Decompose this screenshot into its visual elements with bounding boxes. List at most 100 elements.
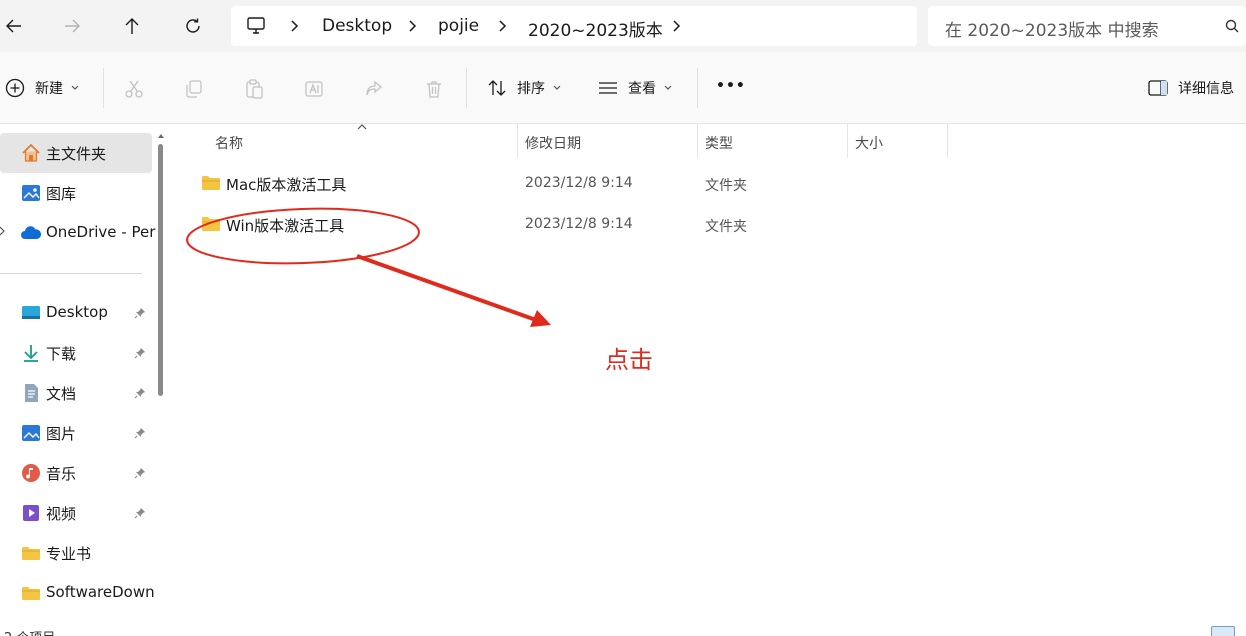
navigation-bar: Desktop pojie 2020~2023版本 在 2020~2023版本 … <box>0 0 1246 52</box>
sidebar-item-music[interactable]: 音乐 <box>0 453 158 493</box>
view-list-icon <box>599 82 617 94</box>
sidebar-item-folder-books[interactable]: 专业书 <box>0 533 158 573</box>
column-header-name[interactable]: 名称 <box>215 133 243 153</box>
folder-icon <box>202 217 220 231</box>
toolbar-divider <box>697 68 698 108</box>
cut-icon[interactable] <box>124 79 144 99</box>
rename-icon[interactable] <box>304 79 324 99</box>
chevron-down-icon <box>553 85 561 90</box>
view-button[interactable]: 查看 <box>598 78 672 98</box>
sort-label: 排序 <box>517 81 545 97</box>
file-list: 名称 修改日期 类型 大小 Mac版本激活工具 2023/12/8 9:14 文… <box>173 124 1246 624</box>
item-count: 2 个项目 <box>4 627 55 636</box>
sidebar-item-downloads[interactable]: 下载 <box>0 333 158 373</box>
sidebar-item-label: Desktop <box>46 303 108 321</box>
sidebar-item-videos[interactable]: 视频 <box>0 493 158 533</box>
pin-icon <box>134 468 145 479</box>
forward-button[interactable] <box>58 12 86 40</box>
details-pane-icon <box>1148 80 1168 96</box>
toolbar-divider <box>466 68 467 108</box>
chevron-down-icon <box>71 85 79 90</box>
sidebar-item-pictures[interactable]: 图片 <box>0 413 158 453</box>
folder-icon <box>22 587 40 600</box>
breadcrumb-pojie[interactable]: pojie <box>438 16 479 36</box>
sidebar-item-label: 主文件夹 <box>46 145 107 163</box>
sidebar-item-desktop[interactable]: Desktop <box>0 293 158 333</box>
column-divider[interactable] <box>517 124 518 158</box>
search-placeholder: 在 2020~2023版本 中搜索 <box>945 21 1159 41</box>
details-pane-button[interactable]: 详细信息 <box>1148 78 1234 98</box>
refresh-icon <box>186 18 200 33</box>
plus-circle-icon <box>5 78 25 98</box>
file-row[interactable]: Win版本激活工具 2023/12/8 9:14 文件夹 <box>173 205 973 245</box>
new-label: 新建 <box>35 81 63 97</box>
computer-icon <box>247 17 265 34</box>
folder-icon <box>202 176 220 190</box>
column-header-date[interactable]: 修改日期 <box>525 133 581 153</box>
sidebar-item-label: 专业书 <box>46 545 92 563</box>
file-date: 2023/12/8 9:14 <box>525 175 633 191</box>
pin-icon <box>134 508 145 519</box>
file-name: Mac版本激活工具 <box>226 176 347 194</box>
pictures-icon <box>22 425 40 441</box>
back-button[interactable] <box>0 12 28 40</box>
status-bar: 2 个项目 <box>0 624 1246 636</box>
column-header-size[interactable]: 大小 <box>855 133 883 153</box>
breadcrumb-desktop[interactable]: Desktop <box>322 16 392 36</box>
navigation-pane: 主文件夹 图库 OneDrive - Per Desktop 下载 文档 图片 … <box>0 124 172 636</box>
breadcrumb-current-folder[interactable]: 2020~2023版本 <box>528 16 663 41</box>
sidebar-item-gallery[interactable]: 图库 <box>0 173 158 213</box>
scroll-up-arrow-icon[interactable] <box>158 133 164 138</box>
paste-icon[interactable] <box>244 79 264 99</box>
arrow-right-icon <box>65 19 80 33</box>
sidebar-item-onedrive[interactable]: OneDrive - Per <box>0 213 158 253</box>
share-icon[interactable] <box>364 79 384 99</box>
sidebar-item-label: 下载 <box>46 345 77 363</box>
toolbar-divider <box>103 68 104 108</box>
details-view-toggle[interactable] <box>1211 626 1235 636</box>
sidebar-item-label: 文档 <box>46 385 77 403</box>
document-icon <box>25 384 38 402</box>
sidebar-item-label: 图库 <box>46 185 77 203</box>
pin-icon <box>134 388 145 399</box>
details-label: 详细信息 <box>1178 81 1234 97</box>
more-options-button[interactable]: ••• <box>716 78 746 94</box>
sidebar-item-folder-softwaredown[interactable]: SoftwareDown <box>0 573 158 613</box>
column-header-type[interactable]: 类型 <box>705 133 733 153</box>
folder-icon <box>22 547 40 560</box>
search-box[interactable]: 在 2020~2023版本 中搜索 <box>928 6 1246 46</box>
column-divider[interactable] <box>847 124 848 158</box>
home-icon <box>22 143 40 162</box>
chevron-down-icon <box>664 85 672 90</box>
chevron-right-icon <box>409 20 417 32</box>
view-label: 查看 <box>628 81 656 97</box>
video-icon <box>23 505 39 521</box>
delete-icon[interactable] <box>424 79 444 99</box>
sidebar-scrollbar-thumb[interactable] <box>158 144 163 396</box>
sidebar-item-label: 视频 <box>46 505 77 523</box>
copy-icon[interactable] <box>184 79 204 99</box>
sidebar-item-home[interactable]: 主文件夹 <box>0 133 158 173</box>
up-button[interactable] <box>118 12 146 40</box>
pin-icon <box>134 428 145 439</box>
file-row[interactable]: Mac版本激活工具 2023/12/8 9:14 文件夹 <box>173 164 973 204</box>
pin-icon <box>134 308 145 319</box>
new-button[interactable]: 新建 <box>5 78 79 98</box>
refresh-button[interactable] <box>179 12 207 40</box>
address-bar[interactable]: Desktop pojie 2020~2023版本 <box>231 6 917 46</box>
file-name: Win版本激活工具 <box>226 217 345 235</box>
file-type: 文件夹 <box>705 219 747 235</box>
sidebar-item-label: OneDrive - Per <box>46 223 156 241</box>
annotation-label: 点击 <box>605 346 653 374</box>
sort-button[interactable]: 排序 <box>487 78 561 98</box>
file-date: 2023/12/8 9:14 <box>525 216 633 232</box>
sidebar-divider <box>0 273 142 274</box>
column-divider[interactable] <box>697 124 698 158</box>
sort-ascending-icon <box>357 124 367 130</box>
sidebar-item-documents[interactable]: 文档 <box>0 373 158 413</box>
chevron-right-icon[interactable] <box>671 19 683 33</box>
chevron-right-icon <box>499 20 507 32</box>
column-divider[interactable] <box>947 124 948 158</box>
search-icon <box>1225 19 1239 33</box>
command-bar: 新建 排序 查看 ••• 详细信息 <box>0 52 1246 124</box>
